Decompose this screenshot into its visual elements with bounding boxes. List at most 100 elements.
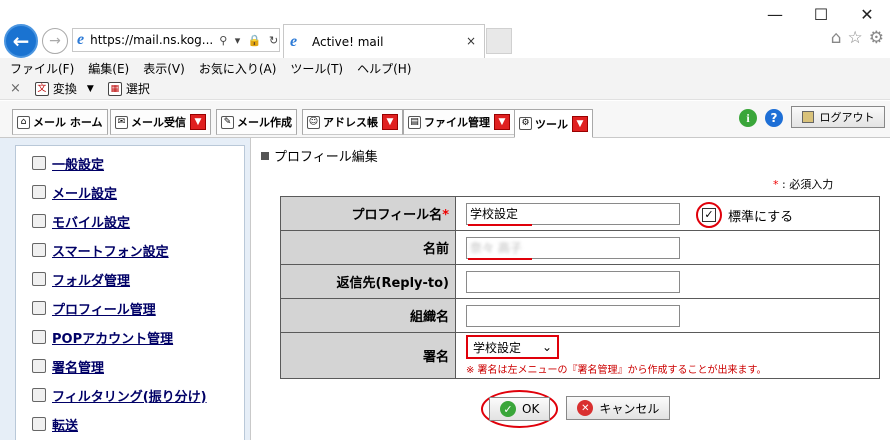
tab-tools[interactable]: ⚙ ツール ▼ [514,109,593,138]
tab-compose-mail[interactable]: ✎ メール作成 [216,109,297,135]
info-icon[interactable]: i [739,109,757,127]
back-button[interactable]: ← [4,24,38,58]
dropdown-arrow-icon[interactable]: ▼ [382,114,398,130]
dropdown-arrow-icon[interactable]: ▼ [190,114,206,130]
default-checkbox[interactable]: ✓ [702,208,716,222]
addressbook-icon: ☺ [307,115,320,129]
menu-edit[interactable]: 編集(E) [88,60,129,77]
tab-label: ツール [535,117,568,131]
users-icon [32,330,46,344]
tab-label: メール作成 [237,116,292,129]
sidebar-item-folder-management[interactable]: フォルダ管理 [32,270,131,289]
folder-icon: ▤ [408,115,421,129]
browser-tab-active[interactable]: e Active! mail × [283,24,485,58]
home-icon[interactable]: ⌂ [831,28,842,48]
convert-button[interactable]: 変換 [53,80,77,97]
annotation-circle: ✓ [696,202,722,228]
reply-to-input[interactable] [466,270,680,293]
mail-icon [32,185,46,199]
address-bar[interactable]: e https://mail.ns.kog... ⚲ ▾ 🔒 ↻ [72,28,280,52]
sidebar-item-label: 一般設定 [52,157,105,173]
form-label: 返信先(Reply-to) [280,264,456,299]
logout-label: ログアウト [819,111,875,124]
help-icon[interactable]: ? [765,109,783,127]
check-icon: ✓ [500,401,516,417]
page-title-text: プロフィール編集 [274,150,378,165]
form-row: 組織名 [280,298,880,333]
pen-icon [32,359,46,373]
menu-view[interactable]: 表示(V) [143,60,185,77]
chevron-down-icon[interactable]: ▼ [87,84,94,94]
command-bar-close[interactable]: × [10,81,21,96]
sidebar-item-smartphone-settings[interactable]: スマートフォン設定 [32,241,169,260]
dropdown-arrow-icon[interactable]: ▼ [494,114,510,130]
required-star: * [773,178,779,191]
form-row: 返信先(Reply-to) [280,264,880,299]
form-label: 組織名 [280,298,456,333]
new-tab-button[interactable] [486,28,512,54]
sidebar-item-label: フォルダ管理 [52,273,131,289]
organization-input[interactable] [466,304,680,327]
sidebar-item-label: プロフィール管理 [52,302,156,318]
sidebar-item-filtering[interactable]: フィルタリング(振り分け) [32,386,207,405]
inbox-icon: ✉ [115,115,128,129]
annotation-circle: ✓ OK [481,390,559,428]
ie-logo-icon: e [77,31,85,48]
sidebar-item-profile-management[interactable]: プロフィール管理 [32,299,156,318]
profile-icon [32,301,46,315]
tab-close-button[interactable]: × [466,34,476,48]
section-bullet-icon [261,151,269,160]
sidebar-item-mobile-settings[interactable]: モバイル設定 [32,212,131,231]
form-actions: ✓ OK ✕ キャンセル [481,390,671,428]
logout-button[interactable]: ログアウト [791,106,885,128]
select-icon: ▦ [107,81,122,96]
ok-button[interactable]: ✓ OK [489,397,551,421]
signature-select[interactable]: 学校設定 ⌄ [466,335,559,359]
sidebar-item-mail-settings[interactable]: メール設定 [32,183,118,202]
tab-mail-home[interactable]: ⌂ メール ホーム [12,109,108,135]
menu-tools[interactable]: ツール(T) [290,60,343,77]
form-value [455,264,880,299]
required-note-text: : 必須入力 [782,178,834,191]
sidebar-item-label: メール設定 [52,186,118,202]
name-input[interactable]: 奈々 高子 [466,236,680,259]
default-option[interactable]: ✓ 標準にする [696,202,793,228]
folder-icon [32,272,46,286]
tab-title: Active! mail [312,34,384,49]
profile-name-label: プロフィール名 [351,208,443,223]
menu-help[interactable]: ヘルプ(H) [357,60,411,77]
default-checkbox-label: 標準にする [728,209,794,225]
form-row: 名前 奈々 高子 [280,230,880,265]
sidebar-item-signature-management[interactable]: 署名管理 [32,357,104,376]
sidebar-item-general-settings[interactable]: 一般設定 [32,154,105,173]
menu-favorites[interactable]: お気に入り(A) [199,60,277,77]
gear-icon: ⚙ [519,117,532,130]
cancel-icon: ✕ [577,400,594,416]
main-content: プロフィール編集 * : 必須入力 プロフィール名* 学校設定 ✓ 標準にする … [250,138,890,440]
favorites-star-icon[interactable]: ☆ [848,28,863,48]
address-bar-icons[interactable]: ⚲ ▾ 🔒 ↻ [219,34,280,47]
browser-tools: ⌂ ☆ ⚙ [831,28,884,48]
settings-gear-icon[interactable]: ⚙ [869,28,884,48]
dropdown-arrow-icon[interactable]: ▼ [572,115,588,132]
form-label: プロフィール名* [280,196,456,231]
select-button[interactable]: 選択 [126,80,150,97]
form-row: プロフィール名* 学校設定 ✓ 標準にする [280,196,880,231]
sidebar-item-forwarding[interactable]: 転送 [32,415,79,434]
menu-file[interactable]: ファイル(F) [10,60,74,77]
tab-receive-mail[interactable]: ✉ メール受信 ▼ [110,109,211,135]
profile-name-input[interactable]: 学校設定 [466,202,680,225]
translate-icon: 文 [34,81,49,96]
forward-mail-icon [32,417,46,431]
required-star: * [442,208,449,223]
sidebar-item-pop-account[interactable]: POPアカウント管理 [32,328,173,347]
sidebar-item-label: スマートフォン設定 [52,244,169,260]
forward-button[interactable]: → [42,28,68,54]
form-value: 学校設定 ✓ 標準にする [455,196,880,231]
tab-address-book[interactable]: ☺ アドレス帳 ▼ [302,109,403,135]
sidebar-item-label: モバイル設定 [52,215,131,231]
sidebar-item-label: 転送 [52,418,79,434]
tab-file-management[interactable]: ▤ ファイル管理 ▼ [403,109,515,135]
form-value: 奈々 高子 [455,230,880,265]
cancel-button[interactable]: ✕ キャンセル [566,396,671,420]
